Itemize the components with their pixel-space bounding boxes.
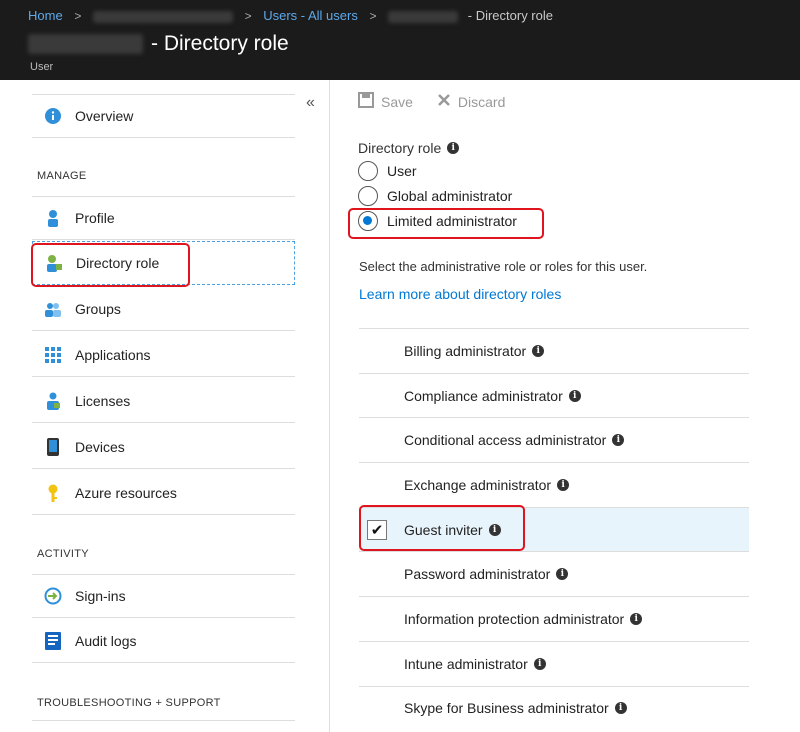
- key-icon: [44, 484, 62, 502]
- info-icon[interactable]: i: [557, 478, 570, 491]
- divider: [32, 720, 295, 721]
- role-label: Skype for Business administrator: [404, 700, 609, 717]
- nav-item-label: Licenses: [75, 392, 131, 409]
- radio-label: User: [387, 162, 417, 179]
- collapse-chevron-icon[interactable]: «: [306, 94, 315, 112]
- role-billing-administrator[interactable]: Billing administrator i: [359, 328, 749, 373]
- highlight-limited-administrator: [348, 208, 544, 239]
- role-label: Exchange administrator: [404, 476, 552, 493]
- command-bar: Save Discard: [358, 92, 505, 111]
- sign-in-icon: [44, 587, 62, 605]
- nav-item-label: Sign-ins: [75, 588, 126, 604]
- directory-role-label: Directory role i: [358, 140, 758, 156]
- nav-item-label: Devices: [75, 438, 125, 455]
- discard-icon: [437, 93, 451, 110]
- learn-more-link[interactable]: Learn more about directory roles: [359, 286, 561, 302]
- save-label: Save: [381, 93, 413, 110]
- nav-item-label: Profile: [75, 210, 115, 226]
- user-icon: [44, 209, 62, 227]
- info-icon[interactable]: i: [447, 142, 460, 154]
- nav-item-label: Audit logs: [75, 632, 137, 649]
- info-icon[interactable]: i: [556, 568, 569, 581]
- nav-item-label: Groups: [75, 300, 121, 317]
- info-icon[interactable]: i: [612, 434, 625, 447]
- breadcrumb-home[interactable]: Home: [28, 8, 63, 23]
- role-compliance-administrator[interactable]: Compliance administrator i: [359, 372, 749, 418]
- chevron-right-icon: >: [369, 9, 377, 23]
- radio-button[interactable]: [358, 160, 378, 181]
- role-password-administrator[interactable]: Password administrator i: [359, 551, 749, 596]
- radio-button[interactable]: [358, 185, 378, 206]
- chevron-right-icon: >: [74, 9, 82, 23]
- page-title-text: - Directory role: [151, 32, 289, 55]
- apps-grid-icon: [44, 346, 62, 364]
- nav-item-licenses[interactable]: Licenses: [32, 379, 295, 423]
- section-troubleshooting: TROUBLESHOOTING + SUPPORT: [37, 697, 221, 709]
- highlight-directory-role: [31, 243, 190, 287]
- info-icon[interactable]: i: [630, 612, 643, 625]
- info-icon[interactable]: i: [614, 702, 627, 715]
- radio-label: Global administrator: [387, 187, 513, 204]
- role-information-protection-administrator[interactable]: Information protection administrator i: [359, 596, 749, 641]
- blade-header: Home > > Users - All users > - Directory…: [0, 0, 800, 80]
- select-roles-instruction: Select the administrative role or roles …: [359, 259, 648, 274]
- nav-item-profile[interactable]: Profile: [32, 196, 295, 240]
- radio-user[interactable]: User: [358, 158, 758, 183]
- group-icon: [44, 300, 62, 318]
- nav-item-sign-ins[interactable]: Sign-ins: [32, 574, 295, 618]
- nav-item-label: Applications: [75, 346, 151, 363]
- device-icon: [44, 437, 62, 456]
- highlight-guest-inviter: [359, 505, 525, 551]
- role-label: Billing administrator: [404, 342, 527, 359]
- save-icon: [358, 92, 374, 111]
- chevron-right-icon: >: [244, 9, 252, 23]
- nav-item-overview[interactable]: Overview: [32, 94, 295, 138]
- nav-item-audit-logs[interactable]: Audit logs: [32, 619, 295, 663]
- license-icon: [44, 392, 62, 410]
- info-icon[interactable]: i: [533, 657, 546, 670]
- section-activity: ACTIVITY: [37, 548, 89, 560]
- info-icon[interactable]: i: [532, 344, 545, 357]
- nav-item-applications[interactable]: Applications: [32, 333, 295, 377]
- directory-role-label-text: Directory role: [358, 140, 442, 156]
- nav-item-groups[interactable]: Groups: [32, 287, 295, 331]
- nav-item-devices[interactable]: Devices: [32, 425, 295, 469]
- nav-item-label: Azure resources: [75, 484, 177, 501]
- info-circle-icon: [44, 107, 62, 125]
- role-skype-for-business-administrator[interactable]: Skype for Business administrator i: [359, 685, 749, 731]
- info-icon[interactable]: i: [568, 389, 581, 402]
- section-manage: MANAGE: [37, 170, 87, 182]
- nav-item-label: Overview: [75, 108, 134, 124]
- role-label: Password administrator: [404, 566, 551, 583]
- audit-log-icon: [44, 631, 62, 650]
- role-label: Information protection administrator: [404, 610, 625, 627]
- discard-label: Discard: [457, 93, 506, 110]
- role-intune-administrator[interactable]: Intune administrator i: [359, 640, 749, 686]
- page-title: - Directory role: [28, 32, 289, 56]
- redacted-user-name: [28, 34, 143, 55]
- role-exchange-administrator[interactable]: Exchange administrator i: [359, 462, 749, 507]
- breadcrumb-users[interactable]: Users - All users: [263, 8, 358, 23]
- redacted-text: [92, 10, 233, 23]
- radio-global-administrator[interactable]: Global administrator: [358, 183, 758, 208]
- save-button[interactable]: Save: [358, 92, 413, 111]
- role-label: Compliance administrator: [404, 387, 563, 404]
- nav-item-azure-resources[interactable]: Azure resources: [32, 471, 295, 515]
- role-label: Intune administrator: [404, 655, 528, 672]
- breadcrumb-current: - Directory role: [467, 8, 553, 23]
- breadcrumb: Home > > Users - All users > - Directory…: [28, 8, 553, 23]
- role-conditional-access-administrator[interactable]: Conditional access administrator i: [359, 417, 749, 462]
- page-subtitle: User: [30, 61, 54, 73]
- redacted-text: [388, 10, 459, 23]
- role-label: Conditional access administrator: [404, 432, 607, 449]
- discard-button[interactable]: Discard: [437, 92, 505, 111]
